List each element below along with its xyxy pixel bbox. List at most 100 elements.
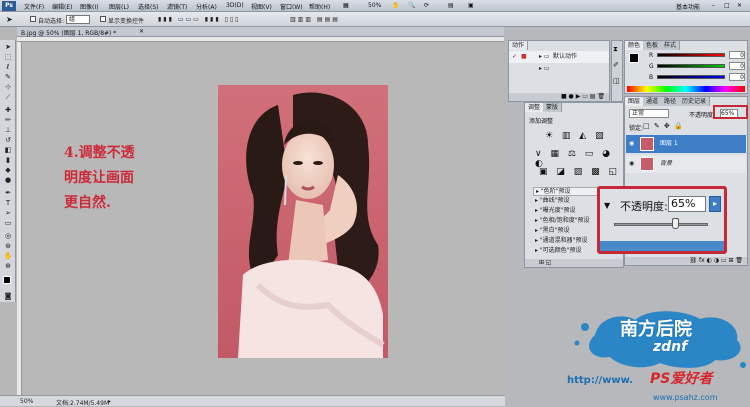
menu-view[interactable]: 视图(V) [251, 2, 272, 11]
menu-filter[interactable]: 滤镜(T) [167, 2, 187, 11]
callout-opacity-knob[interactable] [671, 218, 679, 229]
zoom-level[interactable]: 50% [368, 2, 381, 9]
3d-rotate-icon[interactable]: ◎ [3, 232, 13, 240]
show-transform-checkbox[interactable] [100, 16, 106, 22]
workspace-switcher[interactable]: 基本功能 [676, 2, 700, 11]
status-zoom[interactable]: 50% [20, 398, 33, 405]
3d-orbit-icon[interactable]: ⊛ [3, 242, 13, 250]
hand-tool-icon[interactable]: ✋ [392, 2, 399, 9]
close-icon[interactable]: ✕ [737, 2, 742, 9]
align-icons[interactable]: ▮▮▮ ▭▭▭ ▮▮▮ ▯▯▯ [158, 16, 240, 23]
check-icon[interactable]: ✓ [512, 51, 517, 63]
rotate-view-icon[interactable]: ⟳ [424, 2, 429, 9]
auto-select-checkbox[interactable] [30, 16, 36, 22]
hand-tool-icon[interactable]: ✋ [3, 252, 13, 260]
menu-help[interactable]: 帮助(H) [309, 2, 330, 11]
quick-mask-icon[interactable]: ◙ [3, 292, 13, 300]
tab-styles[interactable]: 样式 [661, 41, 681, 50]
crop-tool-icon[interactable]: ⊹ [3, 83, 13, 91]
document-tab[interactable]: B.jpg @ 50% (图层 1, RGB/8#) * ✕ [17, 27, 504, 37]
tab-color[interactable]: 颜色 [625, 41, 645, 50]
tab-swatches[interactable]: 色板 [643, 41, 663, 50]
layer-row-1[interactable]: ◉ 图层 1 [626, 135, 746, 153]
arrange-icon[interactable]: ▤ [448, 2, 454, 9]
dodge-tool-icon[interactable]: ● [3, 176, 13, 184]
close-tab-icon[interactable]: ✕ [139, 28, 144, 35]
blend-mode-dropdown[interactable]: 正常 [629, 109, 669, 118]
menu-image[interactable]: 图像(I) [80, 2, 98, 11]
foreground-swatch[interactable] [629, 53, 639, 63]
distribute-icons[interactable]: ▥▥▥ ▤▤▤ [290, 16, 340, 23]
clone-panel-icon[interactable]: ◫ [613, 77, 620, 85]
action-set-default[interactable]: ✓ ■ ▸ ▭ 默认动作 [509, 51, 609, 63]
callout-opacity-field[interactable]: 65% [668, 196, 706, 212]
screen-mode-icon[interactable]: ▣ [468, 2, 474, 9]
history-brush-icon[interactable]: ↺ [3, 136, 13, 144]
maximize-icon[interactable]: □ [724, 2, 730, 9]
blue-slider[interactable] [657, 75, 725, 79]
red-slider[interactable] [657, 53, 725, 57]
auto-select-dropdown[interactable]: 组 [66, 15, 90, 24]
eyedropper-icon[interactable]: ⟋ [3, 93, 13, 101]
blur-tool-icon[interactable]: ◆ [3, 166, 13, 174]
zoom-tool-icon[interactable]: 🔍 [408, 2, 415, 9]
eye-icon[interactable]: ◉ [629, 158, 634, 170]
lock-icons[interactable]: □ ✎ ✥ 🔒 [643, 122, 684, 130]
tab-layers[interactable]: 图层 [625, 97, 645, 106]
tab-actions[interactable]: 动作 [509, 41, 529, 50]
show-transform-label: 显示变换控件 [108, 18, 145, 25]
foreground-color-swatch[interactable] [3, 276, 11, 284]
layer-row-2[interactable]: ◉ 背景 [626, 155, 746, 173]
tab-masks[interactable]: 蒙版 [543, 103, 563, 112]
status-arrow-icon[interactable]: ▸ [108, 398, 111, 405]
history-panel-icon[interactable]: ⧗ [613, 45, 618, 54]
shape-tool-icon[interactable]: ▭ [3, 219, 13, 227]
action-set-2[interactable]: ▸ ▭ [509, 63, 609, 75]
red-value[interactable]: 0 [729, 51, 745, 59]
caption-line-1: 4.调整不透 [64, 145, 135, 161]
minimize-icon[interactable]: – [712, 2, 715, 9]
healing-brush-icon[interactable]: ✚ [3, 106, 13, 114]
menu-edit[interactable]: 编辑(E) [52, 2, 72, 11]
pen-tool-icon[interactable]: ✒ [3, 189, 13, 197]
move-tool-icon[interactable]: ➤ [3, 43, 13, 51]
dropdown-arrow-icon[interactable]: ▼ [604, 201, 610, 210]
green-slider[interactable] [657, 64, 725, 68]
type-tool-icon[interactable]: T [3, 199, 13, 207]
brush-panel-icon[interactable]: ✐ [613, 61, 619, 69]
menu-window[interactable]: 窗口(W) [280, 2, 303, 11]
lasso-tool-icon[interactable]: ℓ [3, 63, 13, 71]
menu-file[interactable]: 文件(F) [24, 2, 44, 11]
eye-icon[interactable]: ◉ [629, 138, 634, 150]
tab-adjustments[interactable]: 调整 [525, 103, 545, 112]
grid-icon[interactable]: ▦ [343, 2, 349, 9]
menu-analysis[interactable]: 分析(A) [196, 2, 217, 11]
brush-tool-icon[interactable]: ✏ [3, 116, 13, 124]
menu-layer[interactable]: 图层(L) [109, 2, 129, 11]
callout-opacity-slider[interactable] [614, 223, 708, 226]
adjustments-footer: ⊞ ◱ [525, 259, 623, 267]
adjustment-icons-row1[interactable]: ☀ ▥ ◭ ▧ [545, 131, 607, 141]
eraser-tool-icon[interactable]: ◧ [3, 146, 13, 154]
tab-channels[interactable]: 通道 [643, 97, 663, 106]
zoom-tool-icon[interactable]: ⊕ [3, 262, 13, 270]
blue-value[interactable]: 0 [729, 73, 745, 81]
tab-paths[interactable]: 路径 [661, 97, 681, 106]
color-spectrum[interactable] [627, 86, 745, 92]
menu-select[interactable]: 选择(S) [138, 2, 159, 11]
adjustment-icons-row3[interactable]: ▣ ◪ ▨ ▩ ◱ [539, 167, 620, 177]
marquee-tool-icon[interactable]: ⬚ [3, 53, 13, 61]
green-value[interactable]: 0 [729, 62, 745, 70]
adjustment-icons-row2[interactable]: ∨ ▦ ⚖ ▭ ◕ ◐ [535, 149, 623, 169]
callout-opacity-arrow[interactable]: ▸ [709, 196, 721, 212]
action-toggle-icon[interactable]: ■ [521, 51, 527, 63]
clone-stamp-icon[interactable]: ⊥ [3, 126, 13, 134]
menu-3d[interactable]: 3D(D) [226, 2, 244, 9]
path-select-icon[interactable]: ➢ [3, 209, 13, 217]
gradient-tool-icon[interactable]: ▮ [3, 156, 13, 164]
quick-select-icon[interactable]: ✎ [3, 73, 13, 81]
layer-thumbnail [640, 157, 654, 171]
tab-history[interactable]: 历史记录 [679, 97, 711, 106]
watermark-url: http://www. [567, 375, 634, 386]
move-tool-icon[interactable]: ➤ [6, 15, 13, 24]
